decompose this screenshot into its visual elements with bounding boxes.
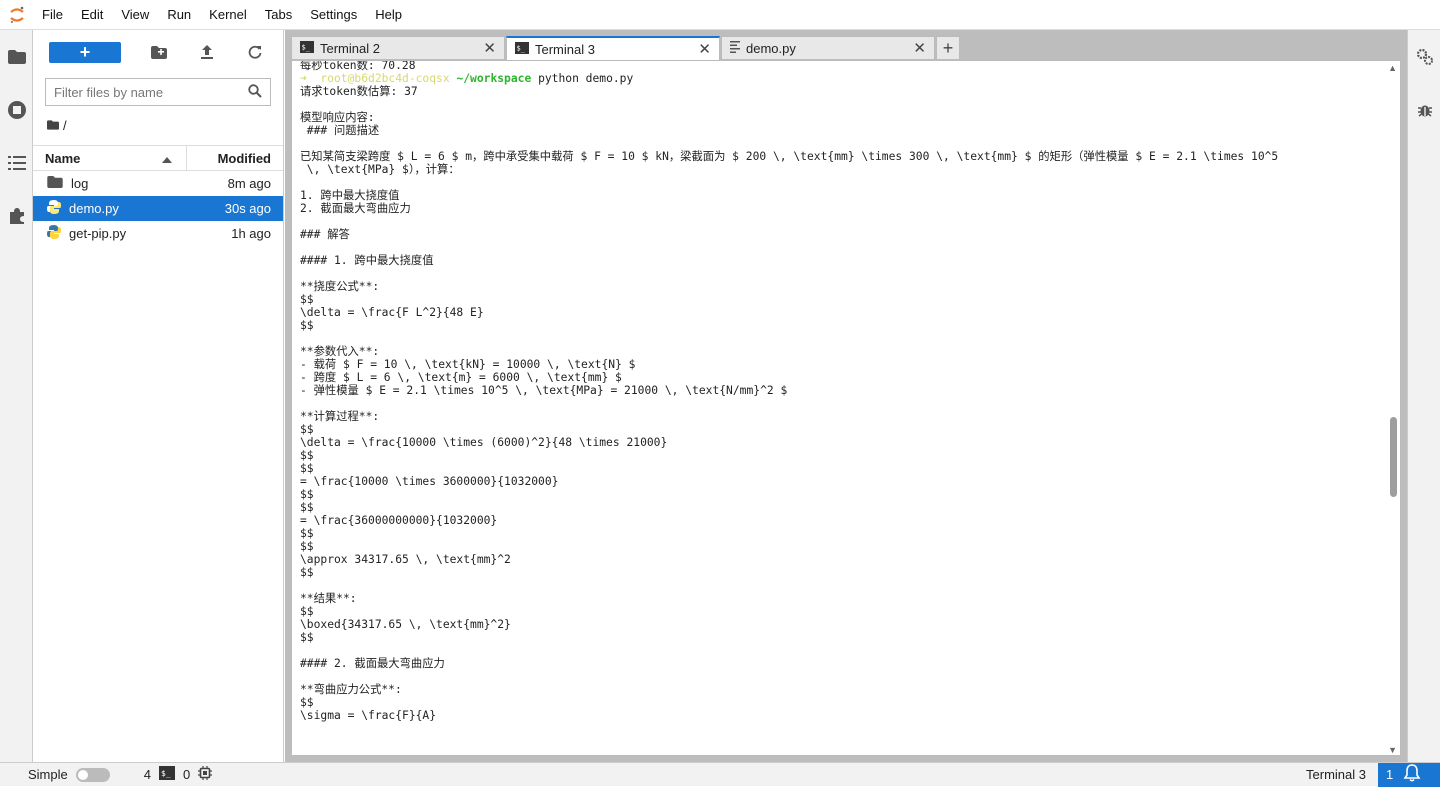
extension-puzzle-icon[interactable] (0, 189, 33, 242)
terminal-prompt-path: ~/workspace (456, 72, 532, 85)
upload-icon[interactable] (183, 40, 231, 64)
terminals-count: 4 (143, 767, 151, 782)
terminal-icon: $_ (300, 40, 314, 56)
close-icon[interactable]: ✕ (913, 39, 926, 57)
menu-settings[interactable]: Settings (301, 0, 366, 30)
svg-text:$_: $_ (302, 43, 311, 51)
file-list-header: Name Modified (33, 145, 283, 171)
filter-box (45, 78, 271, 106)
menu-view[interactable]: View (112, 0, 158, 30)
python-file-icon (47, 225, 61, 242)
scroll-thumb[interactable] (1390, 417, 1397, 497)
file-list: log 8m ago demo.py 30s ago get-pip.py 1h… (33, 171, 283, 246)
python-file-icon (47, 200, 61, 217)
simple-mode-toggle[interactable] (75, 767, 110, 782)
simple-mode-label: Simple (28, 767, 68, 782)
file-modified: 30s ago (224, 201, 271, 216)
running-sessions-icon[interactable] (0, 83, 33, 136)
tab-terminal-2[interactable]: $_ Terminal 2 ✕ (291, 36, 505, 59)
terminal-panel[interactable]: 每秒token数: 70.28 ➜ root@b6d2bc4d-coqsx ~/… (291, 60, 1401, 756)
terminal-prompt-user: ➜ root@b6d2bc4d-coqsx (300, 72, 457, 85)
current-activity[interactable]: Terminal 3 (1306, 767, 1378, 782)
file-browser: + / Name Modified (33, 30, 284, 762)
new-launcher-button[interactable]: + (49, 41, 121, 63)
file-name: demo.py (69, 201, 119, 216)
terminal-scrollbar[interactable]: ▲ ▼ (1386, 61, 1400, 755)
right-sidebar (1407, 30, 1440, 762)
column-name-header[interactable]: Name (33, 146, 187, 170)
terminal-status-icon[interactable]: $_ (158, 766, 175, 783)
main-dock-area: $_ Terminal 2 ✕ $_ Terminal 3 ✕ demo.py … (285, 30, 1407, 762)
terminal-output: 每秒token数: 70.28 ➜ root@b6d2bc4d-coqsx ~/… (300, 60, 1279, 722)
text-file-icon (730, 40, 740, 56)
scroll-up-arrow-icon[interactable]: ▲ (1388, 63, 1397, 73)
menu-help[interactable]: Help (366, 0, 411, 30)
refresh-icon[interactable] (231, 40, 279, 64)
file-row-log[interactable]: log 8m ago (33, 171, 283, 196)
folder-icon[interactable] (47, 118, 59, 133)
file-browser-toolbar: + (33, 30, 283, 74)
menu-bar: File Edit View Run Kernel Tabs Settings … (0, 0, 1440, 30)
search-icon (248, 83, 262, 101)
file-row-demo-py[interactable]: demo.py 30s ago (33, 196, 283, 221)
tab-bar: $_ Terminal 2 ✕ $_ Terminal 3 ✕ demo.py … (291, 36, 960, 60)
file-modified: 8m ago (227, 176, 271, 191)
notification-count: 1 (1386, 767, 1394, 782)
breadcrumb: / (33, 110, 283, 140)
file-modified: 1h ago (231, 226, 271, 241)
terminal-line: 每秒token数: 70.28 (300, 60, 416, 72)
file-name: get-pip.py (69, 226, 127, 241)
tab-label: Terminal 3 (535, 41, 595, 57)
jupyter-logo-icon (0, 0, 33, 30)
menu-run[interactable]: Run (158, 0, 200, 30)
terminal-icon: $_ (515, 41, 529, 57)
tab-label: demo.py (746, 40, 796, 56)
filter-files-input[interactable] (54, 84, 234, 100)
close-icon[interactable]: ✕ (698, 40, 711, 58)
terminal-command: python demo.py (531, 72, 634, 85)
svg-text:$_: $_ (517, 44, 526, 52)
property-inspector-gears-icon[interactable] (1408, 30, 1440, 83)
sort-caret-up-icon (162, 151, 172, 166)
menu-file[interactable]: File (33, 0, 72, 30)
tab-demo-py[interactable]: demo.py ✕ (721, 36, 935, 59)
file-name: log (71, 176, 89, 191)
bell-icon (1403, 764, 1421, 785)
new-tab-plus-button[interactable]: + (936, 36, 960, 59)
close-icon[interactable]: ✕ (483, 39, 496, 57)
kernels-count: 0 (182, 767, 191, 782)
menu-kernel[interactable]: Kernel (200, 0, 256, 30)
tab-label: Terminal 2 (320, 40, 380, 56)
tab-terminal-3[interactable]: $_ Terminal 3 ✕ (506, 36, 720, 60)
menu-edit[interactable]: Edit (72, 0, 112, 30)
breadcrumb-root[interactable]: / (63, 118, 67, 133)
notifications-button[interactable]: 1 (1378, 762, 1440, 787)
debugger-bug-icon[interactable] (1408, 83, 1440, 136)
new-folder-icon[interactable] (135, 40, 183, 64)
svg-text:$_: $_ (161, 769, 171, 778)
folder-icon[interactable] (0, 30, 33, 83)
kernel-chip-icon[interactable] (198, 766, 213, 783)
terminal-body: 请求token数估算: 37 模型响应内容: ### 问题描述 已知某简支梁跨度… (300, 85, 1279, 722)
left-sidebar (0, 30, 33, 762)
table-of-contents-icon[interactable] (0, 136, 33, 189)
menu-tabs[interactable]: Tabs (256, 0, 301, 30)
column-modified-header[interactable]: Modified (187, 151, 283, 166)
column-name-label: Name (45, 150, 81, 166)
folder-icon (47, 176, 63, 191)
file-row-get-pip-py[interactable]: get-pip.py 1h ago (33, 221, 283, 246)
status-bar: Simple 4 $_ 0 Terminal 3 1 (0, 762, 1440, 787)
scroll-down-arrow-icon[interactable]: ▼ (1388, 745, 1397, 755)
